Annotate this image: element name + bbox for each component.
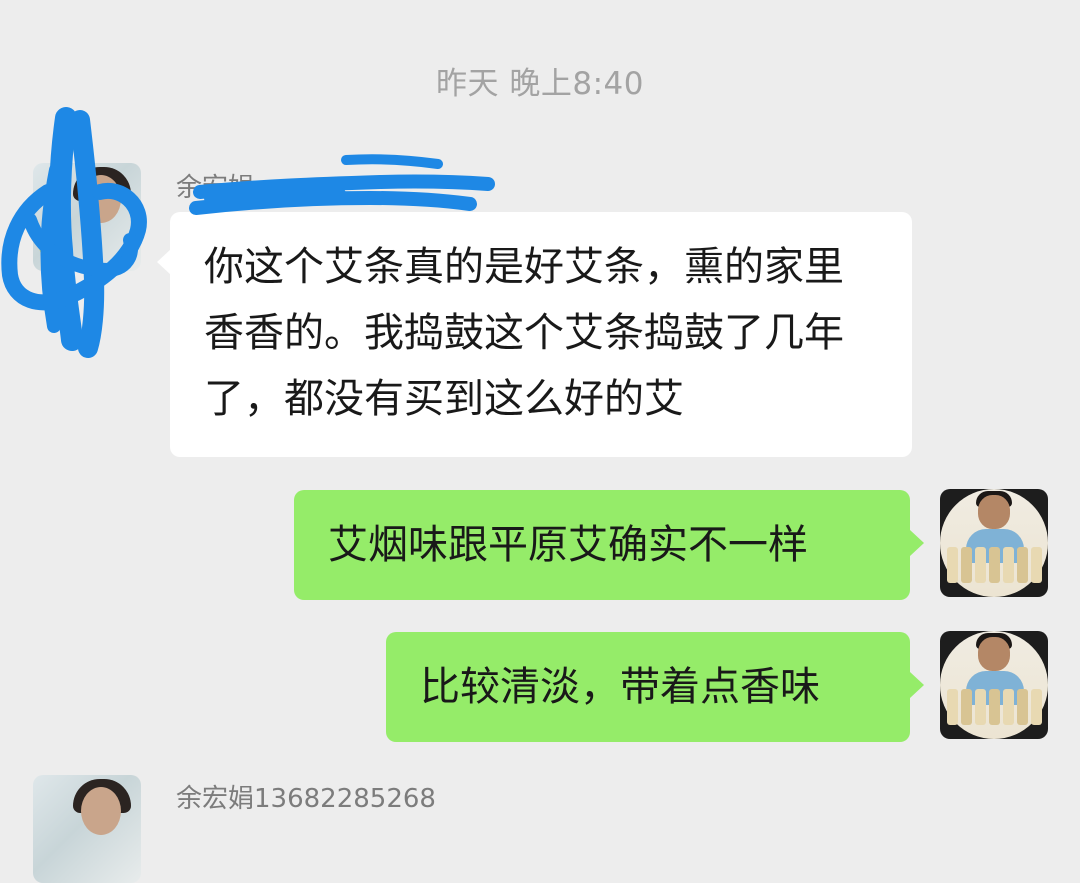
message-text: 比较清淡，带着点香味 [420,664,820,710]
sender-name: 余宏娟13682285268 [176,784,436,814]
message-text: 你这个艾条真的是好艾条，熏的家里香香的。我捣鼓这个艾条捣鼓了几年了，都没有买到这… [204,244,844,422]
avatar-face-detail [978,495,1010,529]
avatar-plant-detail [39,231,69,261]
avatar-face-detail [81,175,121,223]
incoming-message-bubble[interactable]: 你这个艾条真的是好艾条，熏的家里香香的。我捣鼓这个艾条捣鼓了几年了，都没有买到这… [170,212,912,457]
avatar-face-detail [978,637,1010,671]
outgoing-bubble-tail [910,672,924,698]
outgoing-bubble-tail [910,530,924,556]
message-text: 艾烟味跟平原艾确实不一样 [328,522,808,568]
avatar-face-detail [81,787,121,835]
avatar-moxa-rolls-detail [946,547,1042,583]
message-timestamp: 昨天 晚上8:40 [436,66,644,102]
incoming-bubble-tail [157,249,171,275]
avatar-moxa-rolls-detail [946,689,1042,725]
sender-name: 余宏娟 [176,173,255,203]
own-avatar[interactable] [940,631,1048,739]
outgoing-message-bubble[interactable]: 艾烟味跟平原艾确实不一样 [294,490,910,600]
contact-avatar[interactable] [33,163,141,271]
contact-avatar[interactable] [33,775,141,883]
own-avatar[interactable] [940,489,1048,597]
outgoing-message-bubble[interactable]: 比较清淡，带着点香味 [386,632,910,742]
